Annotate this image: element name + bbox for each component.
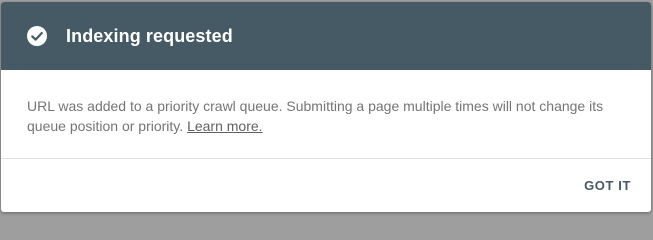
got-it-button[interactable]: GOT IT — [582, 172, 633, 199]
indexing-requested-dialog: Indexing requested URL was added to a pr… — [1, 2, 651, 212]
dialog-header: Indexing requested — [1, 2, 651, 70]
check-circle-icon — [26, 25, 48, 47]
learn-more-link[interactable]: Learn more. — [187, 118, 262, 134]
dialog-actions: GOT IT — [1, 159, 651, 211]
dialog-message: URL was added to a priority crawl queue.… — [27, 96, 625, 136]
dialog-message-text: URL was added to a priority crawl queue.… — [27, 98, 604, 134]
dialog-title: Indexing requested — [66, 25, 233, 46]
dialog-body: URL was added to a priority crawl queue.… — [1, 70, 651, 159]
